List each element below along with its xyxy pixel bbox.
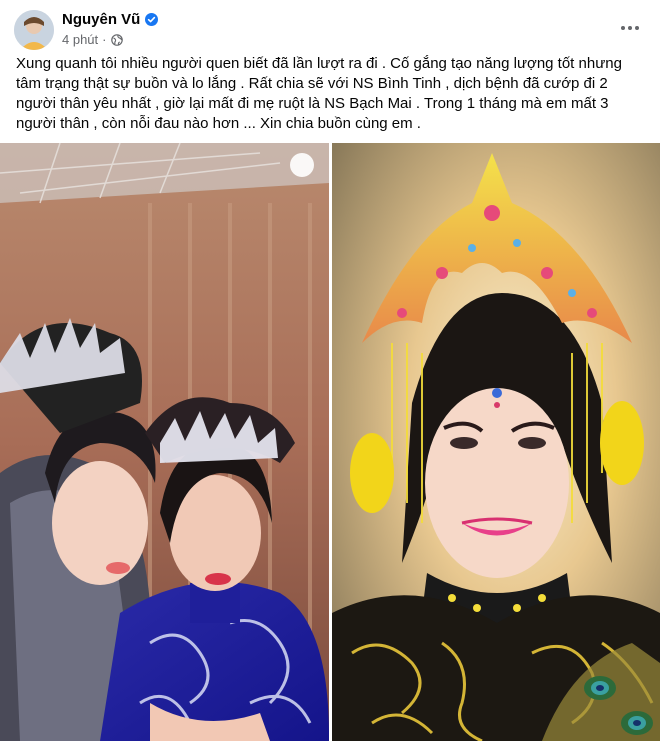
- meta-separator: ·: [102, 32, 107, 47]
- verified-badge-icon: [145, 13, 159, 26]
- ellipsis-icon: [621, 26, 639, 30]
- photo-two-performers[interactable]: [0, 143, 329, 741]
- avatar-image: [14, 10, 54, 50]
- author-name[interactable]: Nguyên Vũ: [62, 11, 140, 28]
- avatar[interactable]: [14, 10, 54, 50]
- post-timestamp[interactable]: 4 phút: [62, 32, 98, 47]
- author-row: Nguyên Vũ: [62, 11, 159, 28]
- photo-portrait[interactable]: [332, 143, 660, 741]
- photo-two-performers-image: [0, 143, 329, 741]
- more-options-button[interactable]: [616, 14, 644, 42]
- post-header: Nguyên Vũ 4 phút ·: [0, 0, 660, 52]
- photo-grid: [0, 143, 660, 741]
- post-text: Xung quanh tôi nhiều người quen biết đã …: [16, 55, 627, 132]
- photo-portrait-image: [332, 143, 660, 741]
- globe-icon[interactable]: [110, 33, 123, 46]
- post-meta: 4 phút ·: [62, 32, 123, 47]
